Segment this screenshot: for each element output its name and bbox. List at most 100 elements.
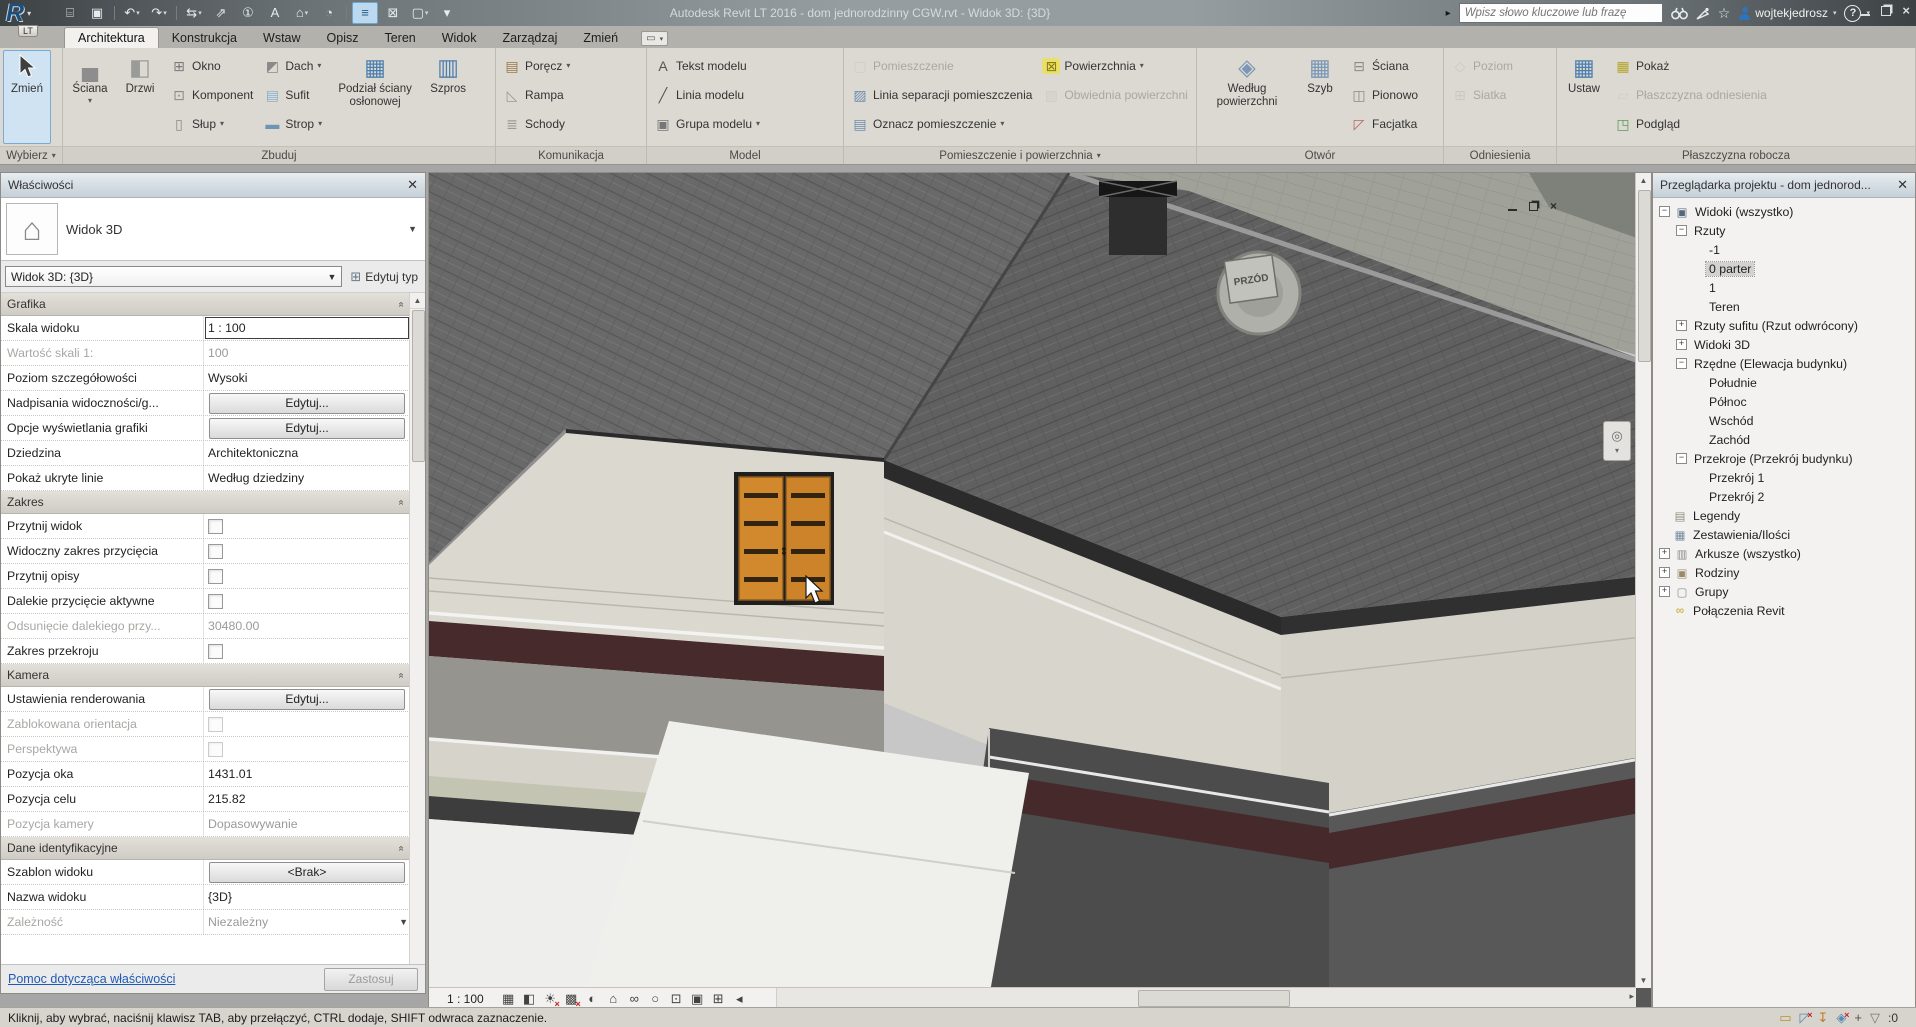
open-icon[interactable]: ⌸ <box>58 3 82 23</box>
sun-path-icon[interactable]: ☀× <box>540 991 561 1007</box>
section-header-grafika[interactable]: Grafika« <box>1 293 410 316</box>
expander-minus-icon[interactable]: − <box>1676 225 1687 236</box>
tree-item-widoki-wszystko[interactable]: −▣Widoki (wszystko) <box>1653 202 1915 221</box>
infocenter-toggle-icon[interactable]: ▸ <box>1446 8 1451 19</box>
ribbon-button-s-up[interactable]: ▯Słup▾ <box>167 109 256 138</box>
ribbon-button-okno[interactable]: ⊞Okno <box>167 51 256 80</box>
property-value[interactable]: {3D} <box>204 885 410 909</box>
measure-icon[interactable]: ⇆▾ <box>182 3 206 23</box>
tree-item-zach-d[interactable]: Zachód <box>1653 430 1915 449</box>
ribbon-button-pionowo[interactable]: ◫Pionowo <box>1347 80 1421 109</box>
property-checkbox[interactable] <box>208 519 223 534</box>
search-input[interactable] <box>1459 3 1663 23</box>
type-selector[interactable]: ⌂ Widok 3D ▼ <box>1 198 425 261</box>
default-3d-view-icon[interactable]: ⌂▾ <box>290 3 314 23</box>
tab-wstaw[interactable]: Wstaw <box>250 28 314 48</box>
close-button[interactable]: × <box>1902 6 1910 16</box>
property-value[interactable] <box>204 539 410 563</box>
ribbon-button-linia-separacji-pomieszczenia[interactable]: ▨Linia separacji pomieszczenia <box>848 80 1035 109</box>
tab-zarz-dzaj[interactable]: Zarządzaj <box>489 28 570 48</box>
signed-in-user[interactable]: wojtekjedrosz ▾ <box>1738 6 1836 20</box>
property-value[interactable] <box>204 712 410 736</box>
expander-minus-icon[interactable]: − <box>1676 358 1687 369</box>
scroll-right-icon[interactable]: ▸ <box>1629 991 1634 1002</box>
tree-item-grupy[interactable]: +▢Grupy <box>1653 582 1915 601</box>
tree-item-zestawienia-ilo-ci[interactable]: ▦Zestawienia/Ilości <box>1653 525 1915 544</box>
property-edit-button[interactable]: Edytuj... <box>209 418 405 439</box>
section-header-zakres[interactable]: Zakres« <box>1 491 410 514</box>
property-value[interactable]: Edytuj... <box>204 416 410 440</box>
panel-label-odniesienia[interactable]: Odniesienia <box>1444 146 1556 164</box>
chimney[interactable] <box>1099 181 1177 255</box>
vscroll-thumb[interactable] <box>1638 190 1651 362</box>
property-value[interactable]: Architektoniczna <box>204 441 410 465</box>
undo-icon[interactable]: ↶▾ <box>120 3 144 23</box>
property-checkbox[interactable] <box>208 644 223 659</box>
property-checkbox[interactable] <box>208 742 223 757</box>
ribbon-button-dach[interactable]: ◩Dach▾ <box>260 51 325 80</box>
expander-minus-icon[interactable]: − <box>1659 206 1670 217</box>
scroll-up-icon[interactable]: ▲ <box>1636 173 1651 188</box>
edit-type-button[interactable]: ⊞ Edytuj typ <box>347 269 421 285</box>
expander-plus-icon[interactable]: + <box>1676 339 1687 350</box>
tree-item-przekroje-przekr-j-budynku[interactable]: −Przekroje (Przekrój budynku) <box>1653 449 1915 468</box>
communication-center-icon[interactable] <box>1696 7 1710 20</box>
project-browser-close-icon[interactable]: ✕ <box>1897 177 1908 193</box>
scroll-up-icon[interactable]: ▲ <box>410 293 425 309</box>
section-header-kamera[interactable]: Kamera« <box>1 664 410 687</box>
expander-spacer[interactable] <box>1659 530 1668 539</box>
tree-item-rz-dne-elewacja-budynku[interactable]: −Rzędne (Elewacja budynku) <box>1653 354 1915 373</box>
text-icon[interactable]: A <box>263 3 287 23</box>
tab-konstrukcja[interactable]: Konstrukcja <box>159 28 250 48</box>
view-restore-button[interactable] <box>1529 202 1538 211</box>
section-icon[interactable]: ◔ <box>317 3 341 23</box>
property-value[interactable]: 30480.00 <box>204 614 410 638</box>
expander-spacer[interactable] <box>1693 283 1702 292</box>
temporary-hide-isolate-icon[interactable]: ∞ <box>624 991 645 1006</box>
save-icon[interactable]: ▣ <box>85 3 109 23</box>
horizontal-scrollbar[interactable]: ▸ <box>776 988 1636 1009</box>
instance-selector[interactable]: Widok 3D: {3D} ▼ <box>5 266 342 287</box>
property-edit-button[interactable]: Edytuj... <box>209 689 405 710</box>
sketchy-lines-icon[interactable]: ◐ <box>582 991 603 1006</box>
select-links-icon[interactable]: ▭ <box>1779 1011 1791 1025</box>
section-header-dane-identyfikacyjne[interactable]: Dane identyfikacyjne« <box>1 837 410 860</box>
view-minimize-button[interactable] <box>1508 201 1517 211</box>
ribbon-display-toggle[interactable]: ▭ ▾ <box>641 31 668 46</box>
properties-help-link[interactable]: Pomoc dotycząca właściwości <box>8 972 175 986</box>
tree-item-legendy[interactable]: ▤Legendy <box>1653 506 1915 525</box>
property-checkbox[interactable] <box>208 717 223 732</box>
detail-level-icon[interactable]: ▦ <box>498 991 519 1007</box>
ribbon-button-schody[interactable]: ≣Schody <box>500 109 573 138</box>
crop-region-icon[interactable]: ⊡ <box>666 991 687 1007</box>
drawing-area[interactable]: ⇕ PRZÓD × ◎ ▾ ▲ ▼ 1 : 100 <box>428 172 1652 1010</box>
ribbon-button-tekst-modelu[interactable]: ATekst modelu <box>651 51 763 80</box>
expander-spacer[interactable] <box>1693 492 1702 501</box>
tab-architektura[interactable]: Architektura <box>64 27 159 48</box>
property-value[interactable] <box>204 589 410 613</box>
lock-3d-view-icon[interactable]: ⌂ <box>603 991 624 1006</box>
ribbon-button-pomieszczenie[interactable]: ▢Pomieszczenie <box>848 51 1035 80</box>
collapse-chevron-icon[interactable]: « <box>396 845 407 851</box>
project-browser-header[interactable]: Przeglądarka projektu - dom jednorod... … <box>1653 173 1915 198</box>
ribbon-button-rampa[interactable]: ◺Rampa <box>500 80 573 109</box>
ribbon-button-obwiednia-powierzchni[interactable]: ▧Obwiednia powierzchni <box>1039 80 1190 109</box>
hscroll-thumb[interactable] <box>1138 990 1290 1007</box>
ribbon-button-ciana[interactable]: ▄Ściana▾ <box>66 50 114 144</box>
ribbon-button-facjatka[interactable]: ◸Facjatka <box>1347 109 1421 138</box>
expander-spacer[interactable] <box>1693 378 1702 387</box>
apply-button[interactable]: Zastosuj <box>324 968 418 991</box>
expander-plus-icon[interactable]: + <box>1676 320 1687 331</box>
expander-spacer[interactable] <box>1693 302 1702 311</box>
tree-item-przekr-j-2[interactable]: Przekrój 2 <box>1653 487 1915 506</box>
tree-item-widoki-3d[interactable]: +Widoki 3D <box>1653 335 1915 354</box>
tab-teren[interactable]: Teren <box>371 28 428 48</box>
property-edit-button[interactable]: <Brak> <box>209 862 405 883</box>
panel-label-zbuduj[interactable]: Zbuduj <box>63 146 495 164</box>
properties-header[interactable]: Właściwości ✕ <box>1 173 425 198</box>
select-underlay-icon[interactable]: ◸× <box>1799 1011 1809 1025</box>
expander-plus-icon[interactable]: + <box>1659 567 1670 578</box>
ribbon-button-zmie[interactable]: Zmień <box>3 50 51 144</box>
view-scale-button[interactable]: 1 : 100 <box>429 992 498 1006</box>
ribbon-button-por-cz[interactable]: ▤Poręcz▾ <box>500 51 573 80</box>
